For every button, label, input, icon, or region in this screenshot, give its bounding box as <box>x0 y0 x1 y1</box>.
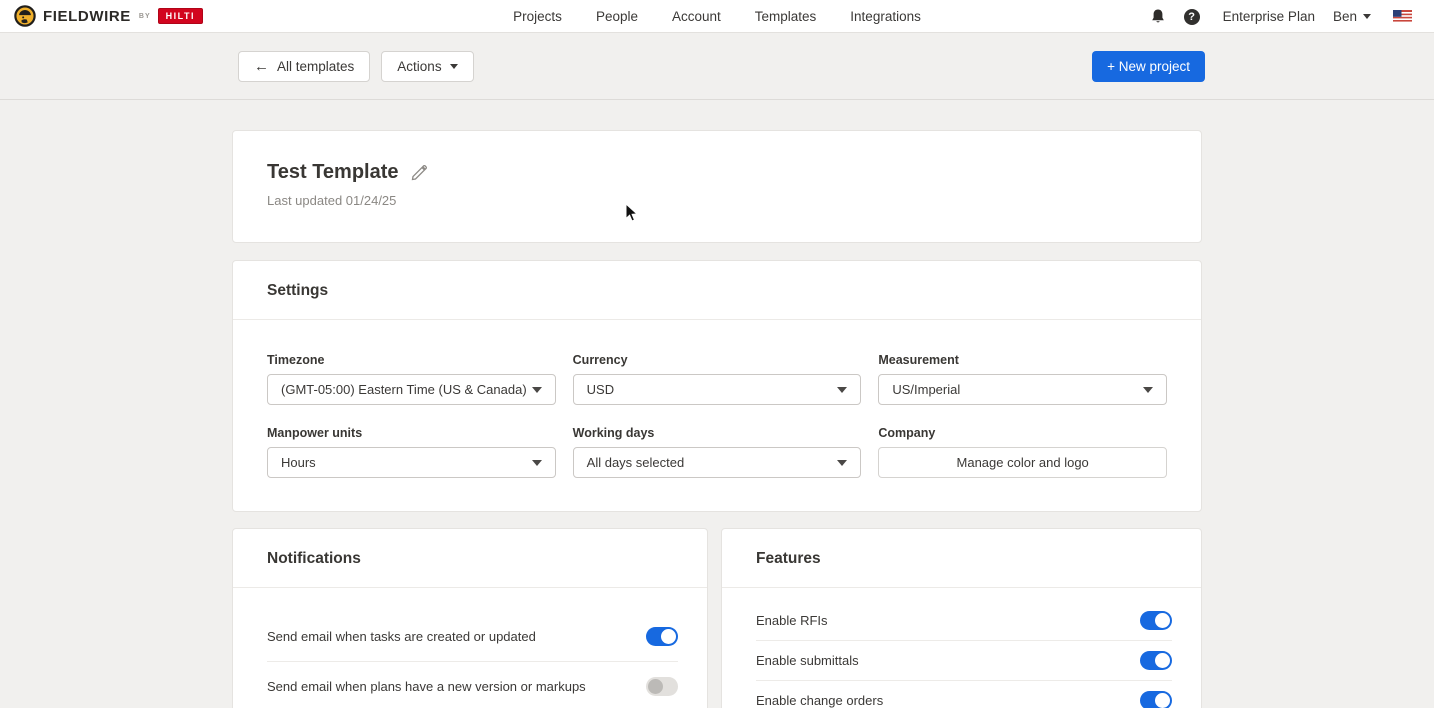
currency-label: Currency <box>573 353 862 367</box>
working-days-label: Working days <box>573 426 862 440</box>
enable-change-orders-toggle[interactable] <box>1140 691 1172 708</box>
working-days-select[interactable]: All days selected <box>573 447 862 478</box>
notifications-title: Notifications <box>267 550 673 568</box>
chevron-down-icon <box>450 64 458 69</box>
page-toolbar: ← All templates Actions + New project <box>0 33 1434 100</box>
help-icon[interactable]: ? <box>1175 0 1209 33</box>
enable-submittals-toggle[interactable] <box>1140 651 1172 670</box>
last-updated-text: Last updated 01/24/25 <box>267 193 1167 208</box>
features-card: Features Enable RFIs Enable submittals E… <box>721 528 1202 708</box>
navbar-right: ? Enterprise Plan Ben <box>1141 0 1434 33</box>
notifications-bell-icon[interactable] <box>1141 0 1175 33</box>
timezone-select[interactable]: (GMT-05:00) Eastern Time (US & Canada) <box>267 374 556 405</box>
settings-card: Settings Timezone (GMT-05:00) Eastern Ti… <box>232 260 1202 512</box>
hilti-logo: HILTI <box>158 8 203 24</box>
feature-row-rfis: Enable RFIs <box>756 601 1172 641</box>
fieldwire-mascot-icon <box>14 5 36 27</box>
manpower-units-select[interactable]: Hours <box>267 447 556 478</box>
chevron-down-icon <box>837 387 847 393</box>
currency-field: Currency USD <box>573 353 862 405</box>
user-name: Ben <box>1333 9 1357 24</box>
chevron-down-icon <box>532 460 542 466</box>
chevron-down-icon <box>532 387 542 393</box>
chevron-down-icon <box>837 460 847 466</box>
manage-color-logo-button[interactable]: Manage color and logo <box>878 447 1167 478</box>
plans-email-toggle[interactable] <box>646 677 678 696</box>
chevron-down-icon <box>1363 14 1371 19</box>
main-nav: Projects People Account Templates Integr… <box>513 0 921 33</box>
us-flag-icon[interactable] <box>1393 10 1412 23</box>
fieldwire-logo[interactable]: FIELDWIRE BY HILTI <box>0 5 203 27</box>
back-arrow-icon: ← <box>254 59 269 74</box>
template-title-card: Test Template Last updated 01/24/25 <box>232 130 1202 243</box>
brand-name: FIELDWIRE <box>43 8 131 25</box>
tasks-email-toggle[interactable] <box>646 627 678 646</box>
timezone-field: Timezone (GMT-05:00) Eastern Time (US & … <box>267 353 556 405</box>
company-field: Company Manage color and logo <box>878 426 1167 478</box>
settings-header: Settings <box>233 261 1201 320</box>
brand-by-label: BY <box>139 13 151 20</box>
new-project-button[interactable]: + New project <box>1092 51 1205 82</box>
nav-item-templates[interactable]: Templates <box>755 9 817 24</box>
page-title: Test Template <box>267 161 399 184</box>
nav-item-account[interactable]: Account <box>672 9 721 24</box>
measurement-label: Measurement <box>878 353 1167 367</box>
nav-item-projects[interactable]: Projects <box>513 9 562 24</box>
notifications-header: Notifications <box>233 529 707 588</box>
all-templates-back-button[interactable]: ← All templates <box>238 51 370 82</box>
main-content: Test Template Last updated 01/24/25 Sett… <box>232 130 1202 708</box>
feature-row-submittals: Enable submittals <box>756 641 1172 681</box>
user-menu[interactable]: Ben <box>1333 9 1371 24</box>
measurement-field: Measurement US/Imperial <box>878 353 1167 405</box>
manpower-units-label: Manpower units <box>267 426 556 440</box>
features-header: Features <box>722 529 1201 588</box>
top-navbar: FIELDWIRE BY HILTI Projects People Accou… <box>0 0 1434 33</box>
plan-badge: Enterprise Plan <box>1223 9 1315 24</box>
enable-rfis-toggle[interactable] <box>1140 611 1172 630</box>
settings-title: Settings <box>267 282 1167 300</box>
chevron-down-icon <box>1143 387 1153 393</box>
manpower-units-field: Manpower units Hours <box>267 426 556 478</box>
measurement-select[interactable]: US/Imperial <box>878 374 1167 405</box>
currency-select[interactable]: USD <box>573 374 862 405</box>
feature-row-change-orders: Enable change orders <box>756 681 1172 708</box>
edit-pencil-icon[interactable] <box>411 165 427 181</box>
notification-row-tasks: Send email when tasks are created or upd… <box>267 612 678 662</box>
features-title: Features <box>756 550 1167 568</box>
timezone-label: Timezone <box>267 353 556 367</box>
company-label: Company <box>878 426 1167 440</box>
actions-dropdown-button[interactable]: Actions <box>381 51 473 82</box>
nav-item-integrations[interactable]: Integrations <box>850 9 921 24</box>
nav-item-people[interactable]: People <box>596 9 638 24</box>
notifications-card: Notifications Send email when tasks are … <box>232 528 708 708</box>
notification-row-plans: Send email when plans have a new version… <box>267 662 678 708</box>
working-days-field: Working days All days selected <box>573 426 862 478</box>
